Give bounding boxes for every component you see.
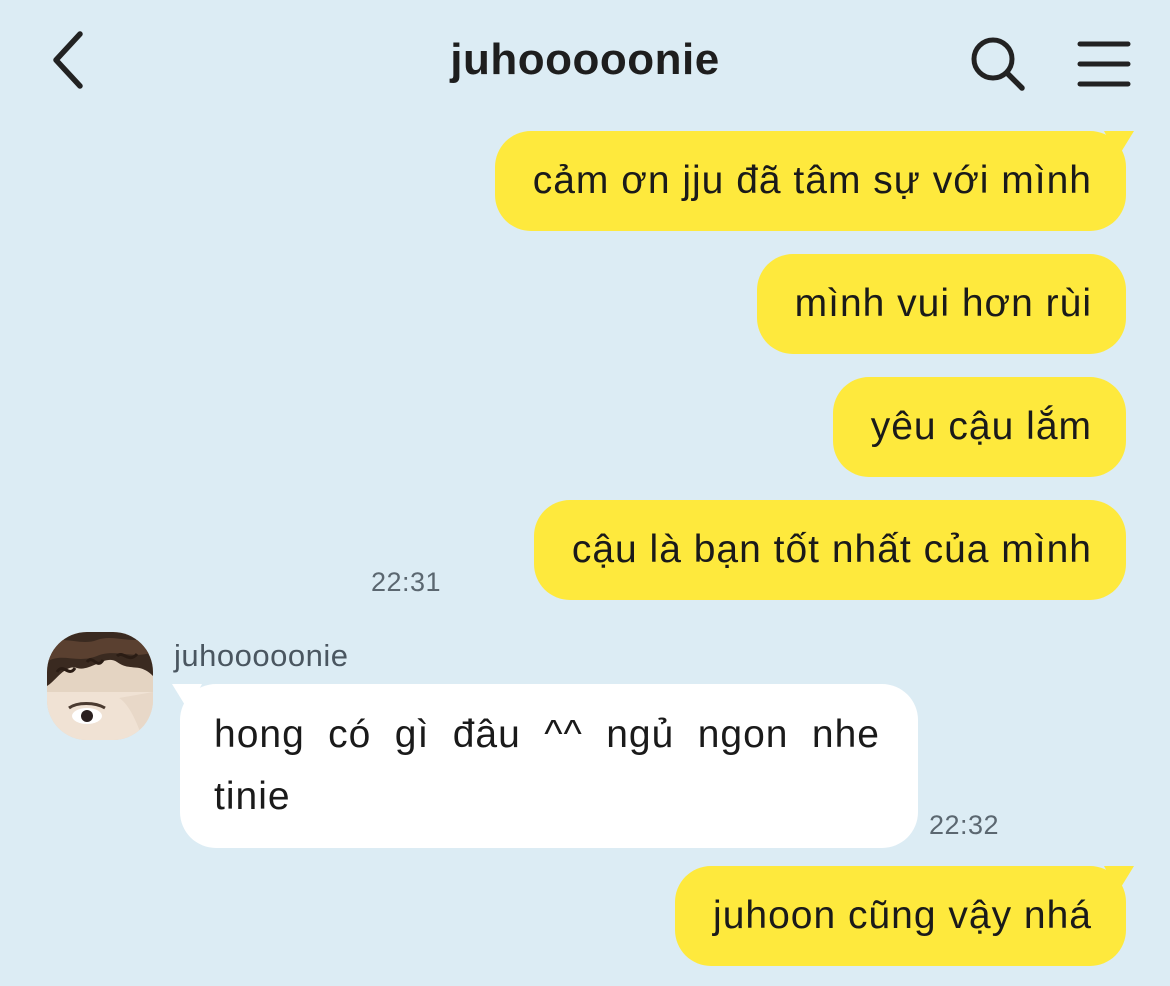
message-text: yêu cậu lắm [870, 405, 1092, 448]
sender-name: juhooooonie [174, 638, 349, 673]
outgoing-message[interactable]: yêu cậu lắm [832, 377, 1126, 477]
avatar[interactable] [47, 632, 153, 740]
bubble-tail [172, 684, 202, 710]
outgoing-message[interactable]: cậu là bạn tốt nhất của mình [533, 500, 1126, 600]
chat-screen: juhooooonie cảm ơn jju đã tâm sự với mìn… [0, 0, 1170, 986]
outgoing-message[interactable]: mình vui hơn rùi [756, 254, 1126, 354]
message-text: juhoon cũng vậy nhá [713, 894, 1092, 937]
outgoing-message[interactable]: cảm ơn jju đã tâm sự với mình [494, 131, 1134, 231]
bubble-tail [1104, 866, 1134, 892]
message-text: hong có gì đâu ^^ ngủ ngon nhe tinie [214, 713, 880, 818]
message-text: mình vui hơn rùi [794, 282, 1092, 325]
menu-button[interactable] [1068, 28, 1140, 100]
back-button[interactable] [36, 24, 100, 96]
message-text: cậu là bạn tốt nhất của mình [571, 528, 1092, 571]
hamburger-menu-icon [1077, 41, 1131, 87]
message-timestamp: 22:32 [929, 810, 1000, 840]
search-button[interactable] [962, 28, 1034, 100]
avatar-photo [47, 632, 153, 740]
bubble-tail [1104, 131, 1134, 157]
incoming-message[interactable]: hong có gì đâu ^^ ngủ ngon nhe tinie [172, 684, 918, 848]
chat-header: juhooooonie [0, 0, 1170, 120]
chevron-left-icon [53, 31, 83, 89]
message-text: cảm ơn jju đã tâm sự với mình [532, 159, 1092, 202]
outgoing-message[interactable]: juhoon cũng vậy nhá [675, 866, 1134, 966]
chat-title: juhooooonie [450, 35, 720, 84]
search-icon [971, 37, 1025, 91]
message-timestamp: 22:31 [371, 567, 442, 597]
